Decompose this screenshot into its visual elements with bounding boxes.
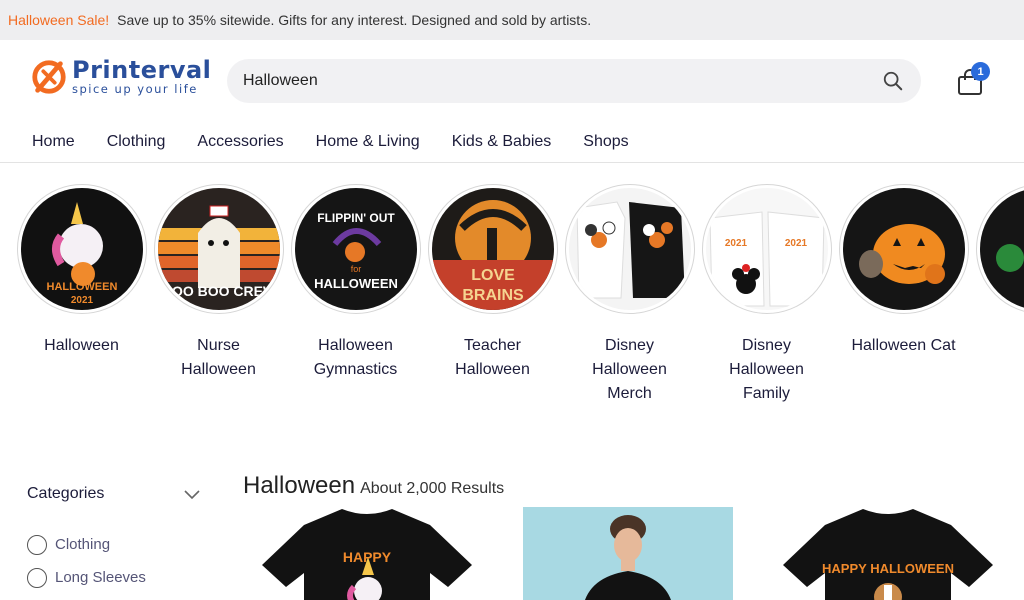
nav-clothing[interactable]: Clothing — [107, 124, 166, 160]
radio-button[interactable] — [27, 534, 47, 555]
header: Printerval spice up your life 1 — [0, 40, 1024, 124]
category-label: Nurse Halloween — [181, 337, 256, 378]
categories-toggle[interactable]: Categories — [27, 480, 207, 508]
category-chip[interactable]: Disney Halloween Merch — [561, 184, 698, 406]
filter-label: Clothing — [55, 536, 111, 553]
promo-text: Save up to 35% sitewide. Gifts for any i… — [117, 12, 592, 28]
category-chip[interactable]: 2021 2021 Disney Halloween Family — [698, 184, 835, 406]
svg-text:HALLOWEEN: HALLOWEEN — [46, 281, 117, 293]
category-chip[interactable]: FLIPPIN' OUT for HALLOWEEN Halloween Gym… — [287, 184, 424, 382]
category-chip[interactable]: I — [972, 184, 1024, 358]
cart-button[interactable]: 1 — [955, 62, 995, 102]
boo-crew-ghost-image: BOO BOO CREW — [157, 188, 280, 310]
category-thumbnail: 2021 2021 — [701, 184, 832, 314]
category-label: Teacher Halloween — [455, 337, 530, 378]
svg-text:HAPPY HALLOWEEN: HAPPY HALLOWEEN — [822, 561, 954, 576]
category-label: Halloween — [44, 337, 119, 354]
radio-button[interactable] — [27, 567, 47, 588]
search-icon[interactable] — [881, 69, 905, 93]
unicorn-pumpkin-image: HALLOWEEN 2021 — [20, 188, 143, 310]
filter-label: Long Sleeves — [55, 569, 146, 586]
disney-family-shirts-image: 2021 2021 — [705, 188, 828, 310]
category-label: I — [972, 334, 1024, 358]
category-label: Halloween Gymnastics — [313, 337, 398, 378]
svg-text:2021: 2021 — [70, 295, 93, 306]
nav-home[interactable]: Home — [32, 124, 75, 160]
product-card[interactable] — [523, 507, 733, 600]
chevron-down-icon — [184, 490, 200, 500]
filter-option-more[interactable] — [27, 594, 207, 600]
unicorn-happy-halloween-shirt-image: HAPPY — [262, 507, 472, 600]
filter-option-clothing[interactable]: Clothing — [27, 528, 207, 561]
beagle-happy-halloween-shirt-image: HAPPY HALLOWEEN — [783, 507, 993, 600]
search-bar — [227, 59, 921, 103]
main-nav: Home Clothing Accessories Home & Living … — [0, 124, 1024, 163]
nav-kids-babies[interactable]: Kids & Babies — [452, 124, 552, 160]
logo-mark-icon — [32, 60, 66, 94]
category-chip[interactable]: LOVE BRAINS Teacher Halloween — [424, 184, 561, 382]
svg-text:for: for — [350, 264, 361, 274]
love-brains-tree-image: LOVE BRAINS — [431, 188, 554, 310]
logo-name: Printerval — [72, 56, 212, 85]
halloween-shirt-image — [979, 188, 1024, 310]
filter-sidebar: Categories Clothing Long Sleeves — [27, 480, 207, 600]
halloween-cat-pumpkin-image — [842, 188, 965, 310]
nav-accessories[interactable]: Accessories — [197, 124, 283, 160]
man-black-shirt-image — [523, 507, 733, 600]
nav-home-living[interactable]: Home & Living — [316, 124, 420, 160]
category-thumbnail: FLIPPIN' OUT for HALLOWEEN — [290, 184, 421, 314]
svg-text:HALLOWEEN: HALLOWEEN — [314, 276, 398, 291]
cart-count-badge: 1 — [971, 62, 990, 81]
svg-text:BOO BOO CREW: BOO BOO CREW — [161, 283, 276, 299]
flippin-out-pumpkin-image: FLIPPIN' OUT for HALLOWEEN — [294, 188, 417, 310]
category-label: Halloween Cat — [851, 337, 956, 354]
svg-text:LOVE: LOVE — [471, 267, 515, 284]
category-label: Disney Halloween Merch — [592, 337, 667, 402]
svg-text:BRAINS: BRAINS — [462, 287, 524, 304]
sidebar-title: Categories — [27, 485, 105, 502]
category-thumbnail — [564, 184, 695, 314]
logo-tagline: spice up your life — [72, 82, 198, 97]
results-count: About 2,000 Results — [360, 480, 505, 497]
category-thumbnail: BOO BOO CREW — [153, 184, 284, 314]
promo-highlight[interactable]: Halloween Sale! — [8, 12, 109, 28]
product-card[interactable]: HAPPY HALLOWEEN — [783, 507, 993, 600]
category-label: Disney Halloween Family — [729, 337, 804, 402]
category-carousel: HALLOWEEN 2021 Halloween BOO BOO CREW Nu… — [0, 184, 1024, 424]
promo-bar: Halloween Sale! Save up to 35% sitewide.… — [0, 0, 1024, 40]
product-card[interactable]: HAPPY — [262, 507, 472, 600]
category-chip[interactable]: BOO BOO CREW Nurse Halloween — [150, 184, 287, 382]
category-chip[interactable]: Halloween Cat — [835, 184, 972, 358]
logo[interactable]: Printerval spice up your life — [30, 58, 211, 96]
filter-option-long-sleeves[interactable]: Long Sleeves — [27, 561, 207, 594]
category-chip[interactable]: HALLOWEEN 2021 Halloween — [13, 184, 150, 358]
disney-halloween-shirts-image — [568, 188, 691, 310]
results-title: Halloween — [243, 472, 356, 499]
svg-text:FLIPPIN' OUT: FLIPPIN' OUT — [317, 211, 395, 225]
nav-shops[interactable]: Shops — [583, 124, 628, 160]
svg-text:2021: 2021 — [724, 238, 747, 249]
svg-text:2021: 2021 — [784, 238, 807, 249]
results-header: Halloween About 2,000 Results — [243, 472, 504, 500]
category-thumbnail — [838, 184, 969, 314]
category-thumbnail — [975, 184, 1024, 314]
search-input[interactable] — [243, 61, 881, 101]
category-thumbnail: LOVE BRAINS — [427, 184, 558, 314]
category-thumbnail: HALLOWEEN 2021 — [16, 184, 147, 314]
